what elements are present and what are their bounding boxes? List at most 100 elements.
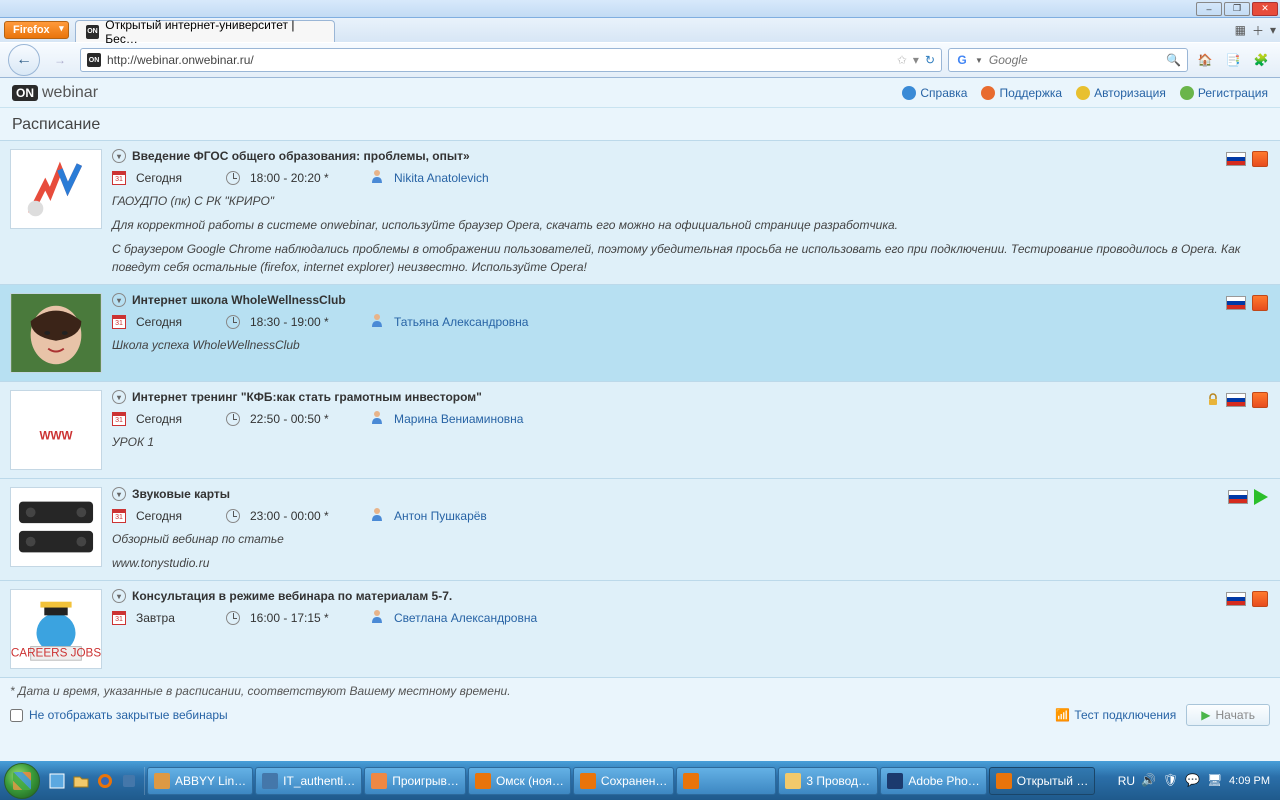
login-label: Авторизация [1094,86,1166,100]
tray-icon-2[interactable]: 🛡 [1163,773,1179,789]
app-logo[interactable]: ON webinar [12,84,98,102]
taskbar-button[interactable]: Открытый … [989,767,1096,795]
clock-icon [226,412,240,426]
tray-icon-1[interactable]: 🔊 [1141,773,1157,789]
test-connection-link[interactable]: 📶 Тест подключения [1055,708,1176,722]
event-title[interactable]: Консультация в режиме вебинара по матери… [132,589,452,603]
google-icon[interactable]: G [955,53,969,67]
ql-firefox[interactable] [94,767,116,795]
event-host[interactable]: Марина Вениаминовна [394,412,523,426]
event-thumbnail[interactable] [10,149,102,229]
home-button[interactable]: 🏠 [1194,49,1216,71]
status-badge-icon[interactable] [1252,295,1268,311]
hide-closed-checkbox[interactable]: Не отображать закрытые вебинары [10,708,228,722]
support-link[interactable]: Поддержка [981,86,1062,100]
taskbar-button[interactable]: Сохранен… [573,767,674,795]
url-input[interactable] [107,53,891,67]
login-link[interactable]: Авторизация [1076,86,1166,100]
hide-closed-input[interactable] [10,709,23,722]
tab-groups-icon[interactable]: ▦ [1235,23,1246,37]
taskbar-app-icon [683,773,699,789]
event-row[interactable]: WWW ▾ Интернет тренинг "КФБ:как стать грам… [0,381,1280,478]
new-tab-icon[interactable]: ＋ [1252,22,1264,39]
back-button[interactable]: ← [8,44,40,76]
search-dropdown-icon[interactable]: ▼ [975,56,983,65]
minimize-button[interactable]: – [1196,2,1222,16]
expand-icon[interactable]: ▾ [112,293,126,307]
taskbar-button[interactable]: Омск (ноя… [468,767,571,795]
event-title[interactable]: Введение ФГОС общего образования: пробле… [132,149,470,163]
firefox-top-row: Firefox ON Открытый интернет-университет… [0,18,1280,42]
tray-icon-3[interactable]: 💬 [1185,773,1201,789]
event-title[interactable]: Интернет школа WholeWellnessClub [132,293,346,307]
event-title[interactable]: Звуковые карты [132,487,230,501]
event-host[interactable]: Nikita Anatolevich [394,171,489,185]
logo-on: ON [12,85,38,101]
status-badge-icon[interactable] [1252,151,1268,167]
event-row[interactable]: ▾Интернет школа WholeWellnessClub31Сегод… [0,284,1280,381]
list-tabs-icon[interactable]: ▾ [1270,23,1276,37]
search-bar[interactable]: G ▼ 🔍 [948,48,1188,72]
calendar-icon: 31 [112,611,126,625]
hide-closed-label: Не отображать закрытые вебинары [29,708,228,722]
bookmarks-button[interactable]: 📑 [1222,49,1244,71]
event-title[interactable]: Интернет тренинг "КФБ:как стать грамотны… [132,390,482,404]
search-input[interactable] [989,53,1160,67]
url-bar[interactable]: ON ✩ ▾ ↻ [80,48,942,72]
timezone-footnote: * Дата и время, указанные в расписании, … [10,684,1270,698]
ql-app[interactable] [118,767,140,795]
status-badge-icon[interactable] [1252,392,1268,408]
taskbar-button[interactable]: 3 Провод… [778,767,878,795]
maximize-button[interactable]: ❐ [1224,2,1250,16]
event-host[interactable]: Антон Пушкарёв [394,509,487,523]
firefox-menu-button[interactable]: Firefox [4,21,69,39]
event-thumbnail[interactable]: WWW [10,390,102,470]
event-host[interactable]: Светлана Александровна [394,611,537,625]
test-icon: 📶 [1055,708,1070,722]
help-link[interactable]: Справка [902,86,967,100]
event-row[interactable]: ▾Звуковые карты31Сегодня23:00 - 00:00 *А… [0,478,1280,580]
expand-icon[interactable]: ▾ [112,487,126,501]
taskbar-button[interactable]: Adobe Pho… [880,767,986,795]
event-badges [1226,591,1268,607]
taskbar-app-icon [371,773,387,789]
tray-lang[interactable]: RU [1118,774,1135,788]
help-label: Справка [920,86,967,100]
taskbar-button[interactable] [676,767,776,795]
event-row[interactable]: CAREERS JOBS ▾ Консультация в режиме вебин… [0,580,1280,677]
taskbar-button[interactable]: ABBYY Lin… [147,767,253,795]
register-link[interactable]: Регистрация [1180,86,1268,100]
start-button-orb[interactable] [4,763,40,799]
taskbar-label: Открытый … [1017,774,1089,788]
tray-icon-4[interactable]: 🖥 [1207,773,1223,789]
event-row[interactable]: ▾ Введение ФГОС общего образования: пробл… [0,140,1280,284]
taskbar-button[interactable]: IT_authenti… [255,767,362,795]
event-host[interactable]: Татьяна Александровна [394,315,528,329]
event-thumbnail[interactable] [10,487,102,567]
bookmark-dropdown-icon[interactable]: ▾ [913,53,919,67]
reload-icon[interactable]: ↻ [925,53,935,67]
status-badge-icon[interactable] [1252,591,1268,607]
user-icon [370,313,384,330]
event-thumbnail[interactable] [10,293,102,373]
taskbar-app-icon [154,773,170,789]
addon-button[interactable]: 🧩 [1250,49,1272,71]
task-buttons: ABBYY Lin… IT_authenti… Проигрыв…Омск (ноя… [147,767,1095,795]
forward-button[interactable]: → [46,46,74,74]
expand-icon[interactable]: ▾ [112,390,126,404]
browser-tab[interactable]: ON Открытый интернет-университет | Бес… [75,20,335,42]
ql-explorer[interactable] [70,767,92,795]
tray-clock[interactable]: 4:09 PM [1229,775,1270,787]
event-thumbnail[interactable]: CAREERS JOBS [10,589,102,669]
close-button[interactable]: ✕ [1252,2,1278,16]
flag-ru-icon [1226,296,1246,310]
expand-icon[interactable]: ▾ [112,149,126,163]
search-go-icon[interactable]: 🔍 [1166,53,1181,67]
taskbar-label: IT_authenti… [283,774,355,788]
taskbar-button[interactable]: Проигрыв… [364,767,466,795]
ql-show-desktop[interactable] [46,767,68,795]
start-button[interactable]: ▶ Начать [1186,704,1270,726]
expand-icon[interactable]: ▾ [112,589,126,603]
feed-icon[interactable]: ✩ [897,53,907,67]
play-badge-icon[interactable] [1254,489,1268,505]
